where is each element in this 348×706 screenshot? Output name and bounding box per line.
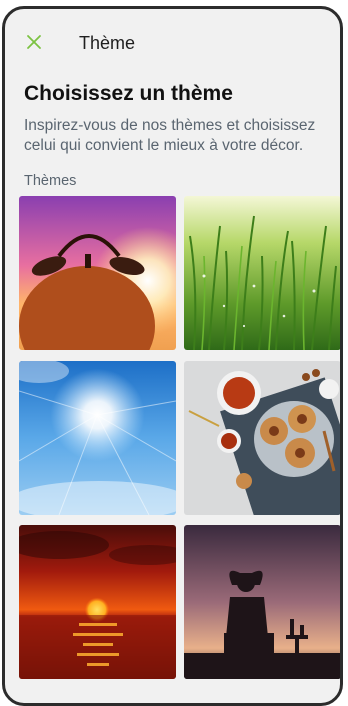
grass-image: [184, 196, 340, 350]
description-text: Inspirez-vous de nos thèmes et choisisse…: [24, 117, 316, 154]
theme-tile-relax[interactable]: [184, 525, 340, 679]
section-heading: Choisissez un thème: [24, 82, 233, 105]
close-button[interactable]: [24, 32, 44, 52]
close-icon: [27, 35, 41, 49]
sunset-image: [19, 525, 176, 679]
relax-image: [184, 525, 340, 679]
page-title: Thème: [79, 33, 136, 53]
sky-image: [19, 361, 176, 515]
tea-image: [184, 361, 340, 515]
alarm-clock-image: [19, 196, 176, 350]
theme-tile-tea[interactable]: [184, 361, 340, 515]
theme-tile-grass[interactable]: [184, 196, 340, 350]
theme-tile-alarm-clock[interactable]: [19, 196, 176, 350]
themes-label: Thèmes: [24, 173, 77, 189]
theme-tile-sky[interactable]: [19, 361, 176, 515]
top-bar: Thème: [5, 9, 340, 69]
phone-frame: Thème Choisissez un thème Inspirez-vous …: [2, 6, 343, 706]
theme-tile-sunset[interactable]: [19, 525, 176, 679]
